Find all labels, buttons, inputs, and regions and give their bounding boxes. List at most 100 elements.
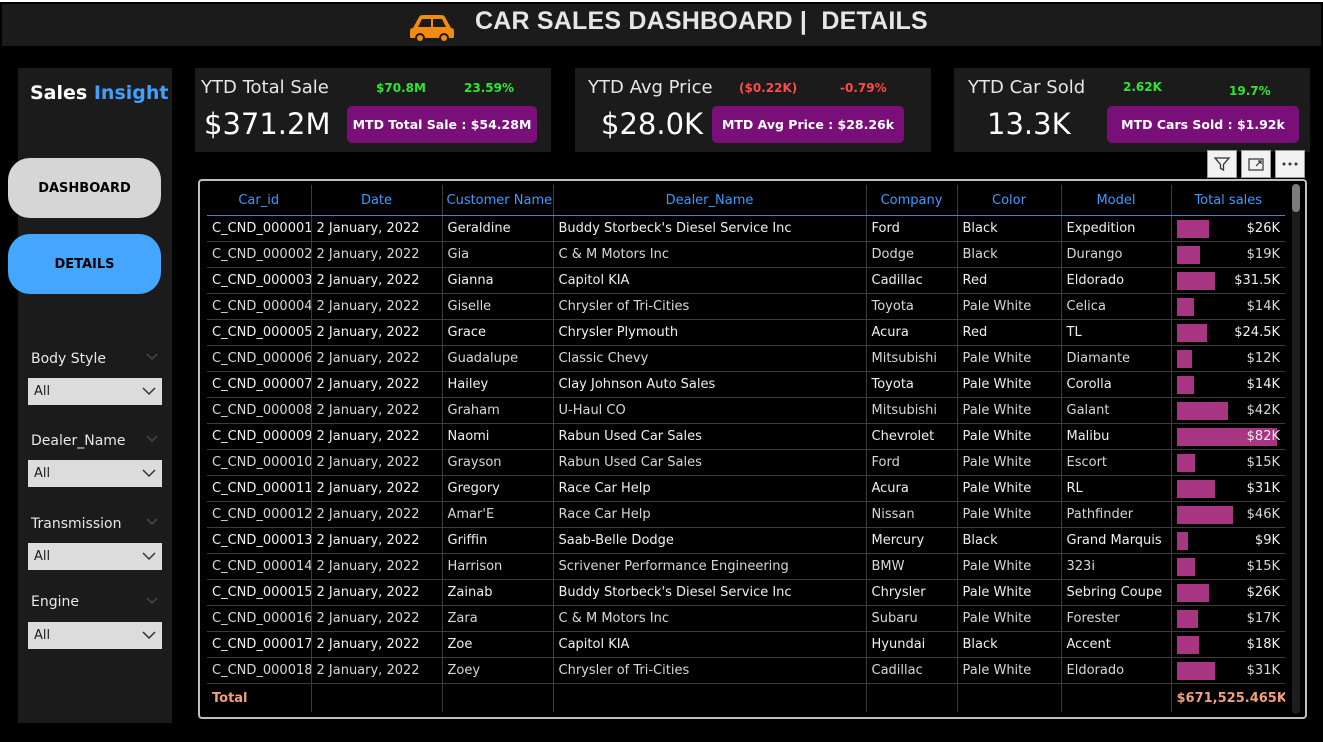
cell-model: Sebring Coupe (1060, 579, 1171, 606)
table-row[interactable]: C_CND_000011 2 January, 2022 Gregory Race C… (207, 475, 1285, 502)
kpi-label: YTD Car Sold (968, 77, 1086, 98)
table-row[interactable]: C_CND_000015 2 January, 2022 Zainab Buddy S… (207, 579, 1285, 606)
cell-total-sales: $31.5K (1170, 267, 1285, 294)
column-header-color[interactable]: Color (956, 185, 1061, 216)
kpi-delta-amount: ($0.22K) (739, 81, 798, 95)
cell-dealer-name: Race Car Help (552, 501, 866, 528)
car-icon (410, 15, 454, 43)
cell-model: Corolla (1060, 371, 1171, 398)
table-row[interactable]: C_CND_000014 2 January, 2022 Harrison Scriv… (207, 553, 1285, 580)
transmission-value: All (34, 549, 51, 564)
cell-dealer-name: C & M Motors Inc (552, 241, 866, 268)
sales-value: $17K (1246, 611, 1280, 626)
filter-icon[interactable] (1207, 150, 1237, 178)
engine-dropdown[interactable]: All (28, 622, 162, 649)
transmission-label: Transmission (31, 516, 122, 532)
page-title: CAR SALES DASHBOARD | DETAILS (475, 7, 928, 35)
cell-company: Ford (865, 215, 957, 242)
table-row[interactable]: C_CND_000002 2 January, 2022 Gia C & M Moto… (207, 241, 1285, 268)
table-row[interactable]: C_CND_000017 2 January, 2022 Zoe Capitol KI… (207, 631, 1285, 658)
cell-company: Mitsubishi (865, 345, 957, 372)
cell-color: Black (956, 631, 1061, 658)
cell-customer-name: Amar'E (441, 501, 553, 528)
cell-customer-name: Grayson (441, 449, 553, 476)
kpi-card-cars-sold: YTD Car Sold 13.3K 2.62K 19.7% MTD Cars … (954, 68, 1310, 152)
table-row[interactable]: C_CND_000005 2 January, 2022 Grace Chrysler… (207, 319, 1285, 346)
cell-total-sales: $18K (1170, 631, 1285, 658)
cell-date: 2 January, 2022 (310, 241, 442, 268)
column-header-model[interactable]: Model (1060, 185, 1171, 216)
sales-data-bar (1176, 246, 1200, 264)
cell-total-sales: $14K (1170, 293, 1285, 320)
column-header-customer-name[interactable]: Customer Name (441, 185, 553, 216)
body-style-dropdown[interactable]: All (28, 378, 162, 405)
column-header-company[interactable]: Company (865, 185, 957, 216)
vertical-scrollbar[interactable] (1292, 184, 1300, 714)
cell-model: Grand Marquis (1060, 527, 1171, 554)
sales-value: $42K (1246, 403, 1280, 418)
table-row[interactable]: C_CND_000009 2 January, 2022 Naomi Rabun Us… (207, 423, 1285, 450)
cell-company: BMW (865, 553, 957, 580)
sales-data-bar (1176, 636, 1199, 654)
kpi-delta-amount: 2.62K (1123, 80, 1162, 94)
sales-data-bar (1176, 350, 1192, 368)
cell-dealer-name: Race Car Help (552, 475, 866, 502)
scrollbar-thumb[interactable] (1292, 184, 1300, 212)
table-row[interactable]: C_CND_000001 2 January, 2022 Geraldine Budd… (207, 215, 1285, 242)
cell-customer-name: Grace (441, 319, 553, 346)
cell-color: Pale White (956, 423, 1061, 450)
transmission-dropdown[interactable]: All (28, 543, 162, 570)
dealer-name-dropdown[interactable]: All (28, 460, 162, 487)
table-row[interactable]: C_CND_000018 2 January, 2022 Zoey Chrysler … (207, 657, 1285, 684)
sales-value: $19K (1246, 247, 1280, 262)
table-row[interactable]: C_CND_000008 2 January, 2022 Graham U-Haul … (207, 397, 1285, 424)
table-row[interactable]: C_CND_000004 2 January, 2022 Giselle Chrysl… (207, 293, 1285, 320)
table-row[interactable]: C_CND_000016 2 January, 2022 Zara C & M Mot… (207, 605, 1285, 632)
cell-model: Eldorado (1060, 267, 1171, 294)
chevron-down-icon[interactable] (146, 353, 158, 361)
details-nav-button[interactable]: DETAILS (8, 234, 161, 294)
brand-part-sales: Sales (30, 82, 88, 104)
focus-mode-icon[interactable] (1241, 150, 1271, 178)
cell-company: Subaru (865, 605, 957, 632)
cell-car-id: C_CND_000004 (207, 293, 311, 320)
column-header-total-sales[interactable]: Total sales (1170, 185, 1285, 216)
cell-dealer-name: Capitol KIA (552, 631, 866, 658)
cell-dealer-name: Classic Chevy (552, 345, 866, 372)
table-row[interactable]: C_CND_000007 2 January, 2022 Hailey Clay Jo… (207, 371, 1285, 398)
cell-car-id: C_CND_000003 (207, 267, 311, 294)
table-row[interactable]: C_CND_000003 2 January, 2022 Gianna Capitol… (207, 267, 1285, 294)
table-row[interactable]: C_CND_000012 2 January, 2022 Amar'E Race Ca… (207, 501, 1285, 528)
cell-customer-name: Hailey (441, 371, 553, 398)
chevron-down-icon[interactable] (146, 518, 158, 526)
table-row[interactable]: C_CND_000006 2 January, 2022 Guadalupe Clas… (207, 345, 1285, 372)
cell-dealer-name: C & M Motors Inc (552, 605, 866, 632)
cell-car-id: C_CND_000002 (207, 241, 311, 268)
cell-date: 2 January, 2022 (310, 605, 442, 632)
cell-dealer-name: Capitol KIA (552, 267, 866, 294)
column-header-date[interactable]: Date (310, 185, 442, 216)
chevron-down-icon[interactable] (146, 435, 158, 443)
chevron-down-icon (142, 552, 156, 561)
cell-customer-name: Zara (441, 605, 553, 632)
dashboard-nav-button[interactable]: DASHBOARD (8, 158, 161, 218)
column-header-car-id[interactable]: Car_id (207, 185, 311, 216)
kpi-value: 13.3K (987, 107, 1071, 141)
more-options-icon[interactable] (1275, 150, 1305, 178)
cell-color: Pale White (956, 605, 1061, 632)
cell-car-id: C_CND_000010 (207, 449, 311, 476)
table-row[interactable]: C_CND_000013 2 January, 2022 Griffin Saab-B… (207, 527, 1285, 554)
cell-total-sales: $9K (1170, 527, 1285, 554)
sales-data-bar (1176, 662, 1215, 680)
cell-model: Forester (1060, 605, 1171, 632)
cell-company: Mitsubishi (865, 397, 957, 424)
details-table[interactable]: Car_id Date Customer Name Dealer_Name Co… (198, 179, 1307, 719)
cell-model: Eldorado (1060, 657, 1171, 684)
column-header-dealer-name[interactable]: Dealer_Name (552, 185, 866, 216)
cell-model: Celica (1060, 293, 1171, 320)
engine-value: All (34, 628, 51, 643)
table-row[interactable]: C_CND_000010 2 January, 2022 Grayson Rabun … (207, 449, 1285, 476)
chevron-down-icon[interactable] (146, 597, 158, 605)
kpi-delta-percent: 23.59% (464, 81, 514, 95)
cell-customer-name: Guadalupe (441, 345, 553, 372)
